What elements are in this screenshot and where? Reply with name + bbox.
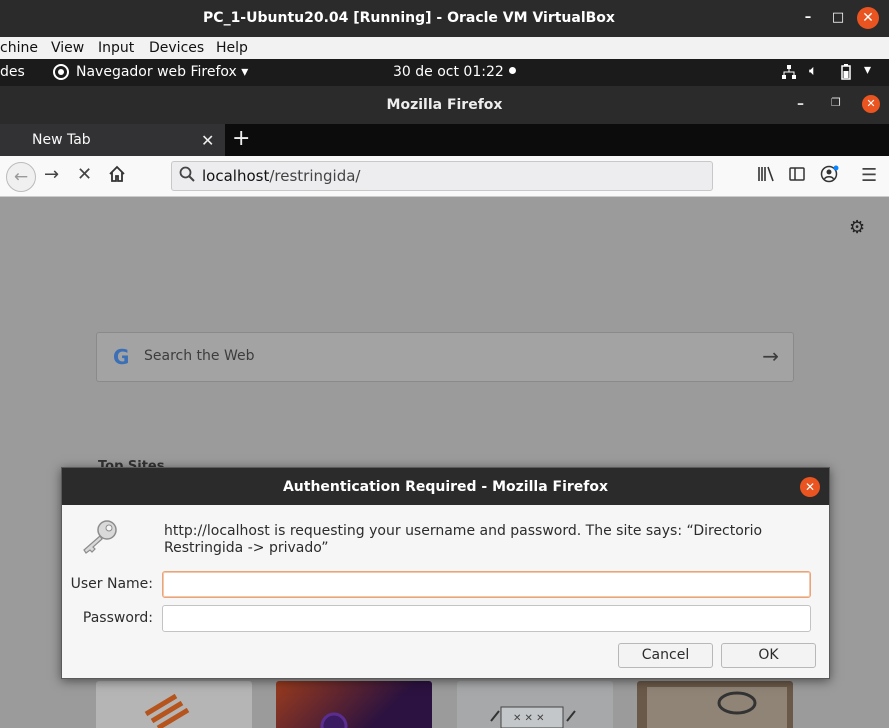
vbox-menubar: chine View Input Devices Help (0, 37, 889, 59)
password-field[interactable] (162, 605, 811, 632)
firefox-restore-button[interactable]: ❐ (831, 96, 841, 109)
stop-loading-icon[interactable]: ✕ (77, 164, 92, 185)
key-icon (80, 518, 120, 560)
search-icon (179, 165, 195, 187)
hamburger-menu-icon[interactable]: ☰ (861, 165, 877, 186)
library-icon[interactable] (757, 166, 775, 187)
menu-view[interactable]: View (51, 40, 84, 56)
volume-icon[interactable]: 🔈︎ (809, 63, 817, 79)
firefox-titlebar: Mozilla Firefox – ❐ ✕ (0, 86, 889, 124)
battery-icon[interactable] (841, 64, 851, 84)
url-path: /restringida/ (269, 167, 361, 185)
network-icon[interactable] (782, 65, 796, 83)
username-field[interactable] (162, 571, 811, 598)
dialog-close-button[interactable]: ✕ (800, 477, 820, 497)
svg-text:✕ ✕ ✕: ✕ ✕ ✕ (513, 713, 545, 724)
dialog-message: http://localhost is requesting your user… (164, 523, 763, 556)
dialog-title: Authentication Required - Mozilla Firefo… (282, 479, 609, 495)
gear-icon[interactable]: ⚙ (849, 217, 865, 238)
tab-close-icon[interactable]: ✕ (201, 131, 214, 150)
authentication-dialog: Authentication Required - Mozilla Firefo… (61, 467, 830, 679)
vbox-minimize-button[interactable]: – (798, 8, 818, 28)
tab-new-tab[interactable]: New Tab ✕ (0, 124, 225, 156)
cancel-button[interactable]: Cancel (618, 643, 713, 668)
password-label: Password: (82, 610, 153, 626)
google-logo-icon: G (113, 345, 130, 369)
app-menu-label: Navegador web Firefox (76, 64, 237, 80)
firefox-close-button[interactable]: ✕ (862, 95, 880, 113)
navigation-toolbar: ← → ✕ localhost/restringida/ ☰ (0, 156, 889, 197)
menu-devices[interactable]: Devices (149, 40, 204, 56)
new-tab-plus-icon[interactable]: + (232, 126, 250, 151)
firefox-app-icon (53, 64, 69, 84)
vbox-maximize-button[interactable]: □ (828, 8, 848, 28)
vbox-close-button[interactable]: ✕ (857, 7, 879, 29)
menu-machine[interactable]: chine (0, 40, 38, 56)
forward-arrow-icon[interactable]: → (44, 164, 59, 185)
system-menu-chevron-icon[interactable]: ▾ (864, 62, 871, 78)
menu-help[interactable]: Help (216, 40, 248, 56)
url-text: localhost/restringida/ (202, 167, 360, 185)
ok-button[interactable]: OK (721, 643, 816, 668)
url-host: localhost (202, 167, 270, 185)
username-label: User Name: (70, 576, 153, 592)
menu-input[interactable]: Input (98, 40, 134, 56)
vbox-window-title: PC_1-Ubuntu20.04 [Running] - Oracle VM V… (203, 10, 615, 26)
app-menu[interactable]: Navegador web Firefox ▾ (76, 64, 248, 80)
activities-button[interactable]: des (0, 64, 25, 80)
ubuntu-topbar: des Navegador web Firefox ▾ 30 de oct 01… (0, 59, 889, 86)
chevron-down-icon: ▾ (241, 64, 249, 80)
top-site-tile[interactable] (276, 681, 432, 728)
dialog-titlebar: Authentication Required - Mozilla Firefo… (62, 468, 829, 505)
firefox-minimize-button[interactable]: – (797, 96, 804, 112)
tab-bar: New Tab ✕ + (0, 124, 889, 156)
vbox-titlebar: PC_1-Ubuntu20.04 [Running] - Oracle VM V… (0, 0, 889, 37)
web-search-box[interactable]: G Search the Web → (96, 332, 794, 382)
sidebar-icon[interactable] (789, 166, 805, 187)
top-site-tile[interactable] (637, 681, 793, 728)
back-arrow-icon[interactable]: ← (6, 162, 36, 192)
home-icon[interactable] (108, 165, 126, 188)
top-site-tile[interactable] (96, 681, 252, 728)
account-icon[interactable] (820, 165, 840, 188)
tab-label: New Tab (32, 132, 91, 148)
url-bar[interactable]: localhost/restringida/ (171, 161, 713, 191)
search-placeholder: Search the Web (144, 348, 255, 364)
top-site-tile[interactable]: ✕ ✕ ✕ (457, 681, 613, 728)
notification-dot-icon (509, 67, 516, 74)
firefox-window-title: Mozilla Firefox (386, 97, 503, 113)
clock[interactable]: 30 de oct 01:22 (393, 64, 504, 80)
search-submit-arrow-icon[interactable]: → (762, 344, 779, 368)
